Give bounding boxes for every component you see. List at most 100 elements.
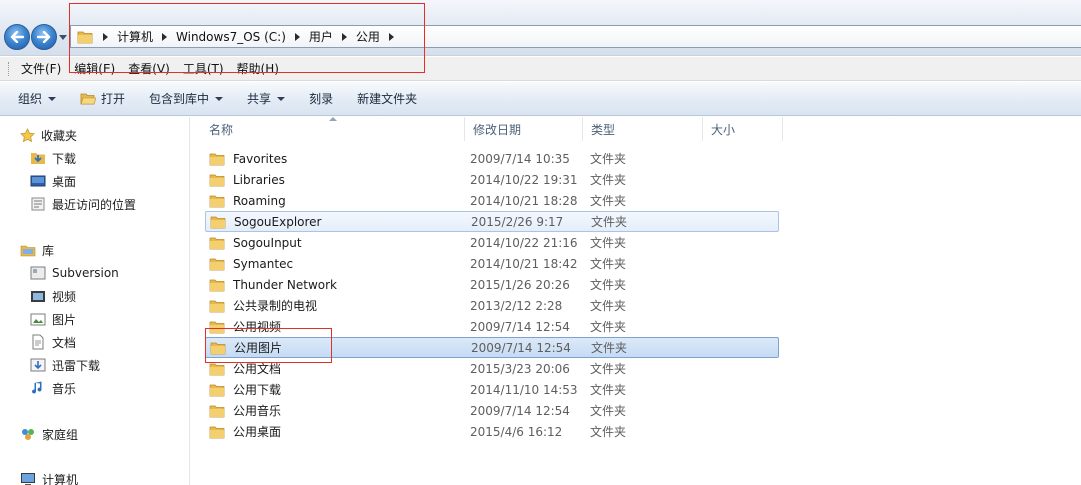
file-type: 文件夹 bbox=[590, 383, 627, 397]
file-row[interactable]: Favorites 2009/7/14 10:35 文件夹 bbox=[205, 148, 779, 169]
file-type: 文件夹 bbox=[590, 152, 627, 166]
menu-help[interactable]: 帮助(H) bbox=[233, 60, 288, 77]
breadcrumb-separator-icon[interactable] bbox=[103, 32, 108, 41]
include-in-library-button[interactable]: 包含到库中 bbox=[141, 86, 231, 112]
folder-icon bbox=[209, 173, 225, 187]
burn-label: 刻录 bbox=[309, 92, 334, 106]
breadcrumb-computer[interactable]: 计算机 bbox=[112, 28, 158, 45]
open-folder-icon bbox=[80, 93, 97, 104]
nav-item-label: 文档 bbox=[52, 335, 77, 350]
breadcrumb-users[interactable]: 用户 bbox=[304, 28, 338, 45]
nav-item-videos[interactable]: 视频 bbox=[30, 286, 76, 306]
organize-label: 组织 bbox=[18, 92, 43, 106]
file-type: 文件夹 bbox=[591, 341, 628, 355]
file-name: 公用图片 bbox=[234, 341, 283, 355]
back-button[interactable] bbox=[4, 24, 30, 50]
file-row-hover[interactable]: SogouExplorer 2015/2/26 9:17 文件夹 bbox=[205, 211, 779, 232]
subversion-library-icon bbox=[30, 265, 46, 281]
breadcrumb-separator-icon[interactable] bbox=[162, 32, 168, 41]
menu-grip bbox=[8, 61, 11, 76]
folder-icon bbox=[209, 236, 225, 250]
nav-item-subversion[interactable]: Subversion bbox=[30, 263, 119, 283]
file-date: 2009/7/14 12:54 bbox=[471, 340, 571, 355]
folder-icon bbox=[209, 194, 225, 208]
breadcrumb-drive[interactable]: Windows7_OS (C:) bbox=[171, 30, 291, 44]
file-row[interactable]: 公用桌面 2015/4/6 16:12 文件夹 bbox=[205, 421, 779, 442]
file-type: 文件夹 bbox=[590, 299, 627, 313]
nav-item-recent-places[interactable]: 最近访问的位置 bbox=[30, 194, 136, 214]
menu-edit[interactable]: 编辑(E) bbox=[70, 60, 124, 77]
breadcrumb-separator-icon[interactable] bbox=[294, 32, 300, 41]
chevron-down-icon bbox=[215, 96, 224, 101]
file-type: 文件夹 bbox=[590, 173, 627, 187]
computer-icon bbox=[20, 471, 36, 485]
forward-button[interactable] bbox=[31, 24, 57, 50]
nav-item-music[interactable]: 音乐 bbox=[30, 378, 76, 398]
file-row[interactable]: Symantec 2014/10/21 18:42 文件夹 bbox=[205, 253, 779, 274]
file-row[interactable]: Libraries 2014/10/22 19:31 文件夹 bbox=[205, 169, 779, 190]
open-button[interactable]: 打开 bbox=[72, 86, 133, 112]
menu-tools[interactable]: 工具(T) bbox=[179, 60, 233, 77]
file-type: 文件夹 bbox=[590, 278, 627, 292]
share-button[interactable]: 共享 bbox=[239, 86, 293, 112]
file-date: 2013/2/12 2:28 bbox=[470, 298, 563, 313]
column-header-type[interactable]: 类型 bbox=[583, 117, 703, 141]
menu-file[interactable]: 文件(F) bbox=[17, 60, 70, 77]
column-header-date-modified[interactable]: 修改日期 bbox=[465, 117, 583, 141]
breadcrumb-public[interactable]: 公用 bbox=[351, 28, 385, 45]
back-arrow-icon bbox=[10, 31, 24, 43]
nav-item-desktop[interactable]: 桌面 bbox=[30, 171, 76, 191]
file-row[interactable]: 公用文档 2015/3/23 20:06 文件夹 bbox=[205, 358, 779, 379]
folder-icon bbox=[209, 383, 225, 397]
nav-item-label: 下载 bbox=[52, 151, 77, 166]
file-row-selected[interactable]: 公用图片 2009/7/14 12:54 文件夹 bbox=[205, 337, 779, 358]
folder-icon bbox=[77, 31, 93, 43]
file-row[interactable]: Thunder Network 2015/1/26 20:26 文件夹 bbox=[205, 274, 779, 295]
burn-button[interactable]: 刻录 bbox=[301, 86, 341, 112]
nav-item-label: Subversion bbox=[52, 266, 119, 280]
nav-item-downloads[interactable]: 下载 bbox=[30, 148, 76, 168]
nav-libraries[interactable]: 库 bbox=[20, 240, 54, 260]
file-date: 2009/7/14 12:54 bbox=[470, 319, 570, 334]
folder-icon bbox=[209, 257, 225, 271]
folder-icon bbox=[210, 341, 226, 355]
chevron-down-icon bbox=[277, 96, 286, 101]
recent-pages-dropdown-icon[interactable] bbox=[59, 35, 67, 41]
file-row[interactable]: 公用下载 2014/11/10 14:53 文件夹 bbox=[205, 379, 779, 400]
file-type: 文件夹 bbox=[590, 257, 627, 271]
file-name: Roaming bbox=[233, 193, 286, 208]
file-date: 2014/10/22 21:16 bbox=[470, 235, 578, 250]
file-date: 2014/10/21 18:28 bbox=[470, 193, 578, 208]
folder-icon bbox=[209, 152, 225, 166]
file-row[interactable]: Roaming 2014/10/21 18:28 文件夹 bbox=[205, 190, 779, 211]
menu-view[interactable]: 查看(V) bbox=[124, 60, 179, 77]
star-icon bbox=[20, 127, 35, 143]
file-name: SogouExplorer bbox=[234, 214, 322, 229]
file-name: 公用视频 bbox=[233, 320, 282, 334]
file-row[interactable]: 公共录制的电视 2013/2/12 2:28 文件夹 bbox=[205, 295, 779, 316]
nav-computer[interactable]: 计算机 bbox=[20, 469, 78, 485]
nav-favorites[interactable]: 收藏夹 bbox=[20, 125, 77, 145]
nav-item-label: 最近访问的位置 bbox=[52, 197, 137, 212]
column-header-name[interactable]: 名称 bbox=[201, 117, 465, 141]
address-toolbar: 计算机 Windows7_OS (C:) 用户 公用 bbox=[0, 0, 1081, 56]
folder-icon bbox=[209, 362, 225, 376]
file-row[interactable]: SogouInput 2014/10/22 21:16 文件夹 bbox=[205, 232, 779, 253]
file-type: 文件夹 bbox=[591, 215, 628, 229]
breadcrumb[interactable]: 计算机 Windows7_OS (C:) 用户 公用 bbox=[70, 25, 1081, 48]
column-header-size[interactable]: 大小 bbox=[703, 117, 783, 141]
breadcrumb-separator-icon[interactable] bbox=[341, 32, 347, 41]
organize-button[interactable]: 组织 bbox=[10, 86, 64, 112]
nav-item-pictures[interactable]: 图片 bbox=[30, 309, 76, 329]
pictures-library-icon bbox=[30, 311, 46, 327]
file-name: 公共录制的电视 bbox=[233, 299, 318, 313]
videos-library-icon bbox=[30, 288, 46, 304]
file-name: Favorites bbox=[233, 151, 288, 166]
nav-homegroup[interactable]: 家庭组 bbox=[20, 424, 78, 444]
nav-item-thunder-downloads[interactable]: 迅雷下载 bbox=[30, 355, 100, 375]
new-folder-button[interactable]: 新建文件夹 bbox=[349, 86, 425, 112]
file-row[interactable]: 公用音乐 2009/7/14 12:54 文件夹 bbox=[205, 400, 779, 421]
file-row[interactable]: 公用视频 2009/7/14 12:54 文件夹 bbox=[205, 316, 779, 337]
nav-item-documents[interactable]: 文档 bbox=[30, 332, 76, 352]
breadcrumb-separator-icon[interactable] bbox=[388, 32, 394, 41]
